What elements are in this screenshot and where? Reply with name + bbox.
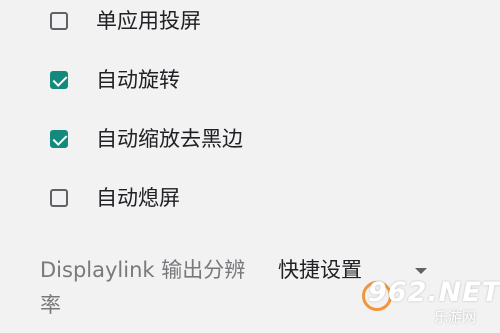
dropdown-arrow-icon[interactable]: [415, 268, 427, 274]
auto-rotate-checkbox[interactable]: [50, 71, 68, 89]
auto-rotate-label: 自动旋转: [96, 68, 180, 92]
option-auto-scale-crop[interactable]: 自动缩放去黑边: [50, 124, 243, 154]
option-auto-screen-off[interactable]: 自动熄屏: [50, 183, 180, 213]
dropdown-selected-value: 快捷设置: [278, 258, 362, 282]
auto-scale-crop-checkbox[interactable]: [50, 130, 68, 148]
auto-screen-off-label: 自动熄屏: [96, 186, 180, 210]
site-watermark: 962.NET 乐游网: [362, 277, 500, 329]
checkmark-icon: [52, 72, 68, 87]
displaylink-resolution-label: Displaylink 输出分辨率: [40, 258, 246, 317]
single-app-cast-label: 单应用投屏: [96, 9, 201, 33]
checkmark-icon: [52, 131, 68, 146]
watermark-brand: 962.NET: [368, 277, 500, 308]
option-auto-rotate[interactable]: 自动旋转: [50, 65, 180, 95]
auto-screen-off-checkbox[interactable]: [50, 189, 68, 207]
option-single-app-cast[interactable]: 单应用投屏: [50, 6, 201, 36]
watermark-site-name: 乐游网: [434, 310, 476, 326]
auto-scale-crop-label: 自动缩放去黑边: [96, 127, 243, 151]
single-app-cast-checkbox[interactable]: [50, 12, 68, 30]
